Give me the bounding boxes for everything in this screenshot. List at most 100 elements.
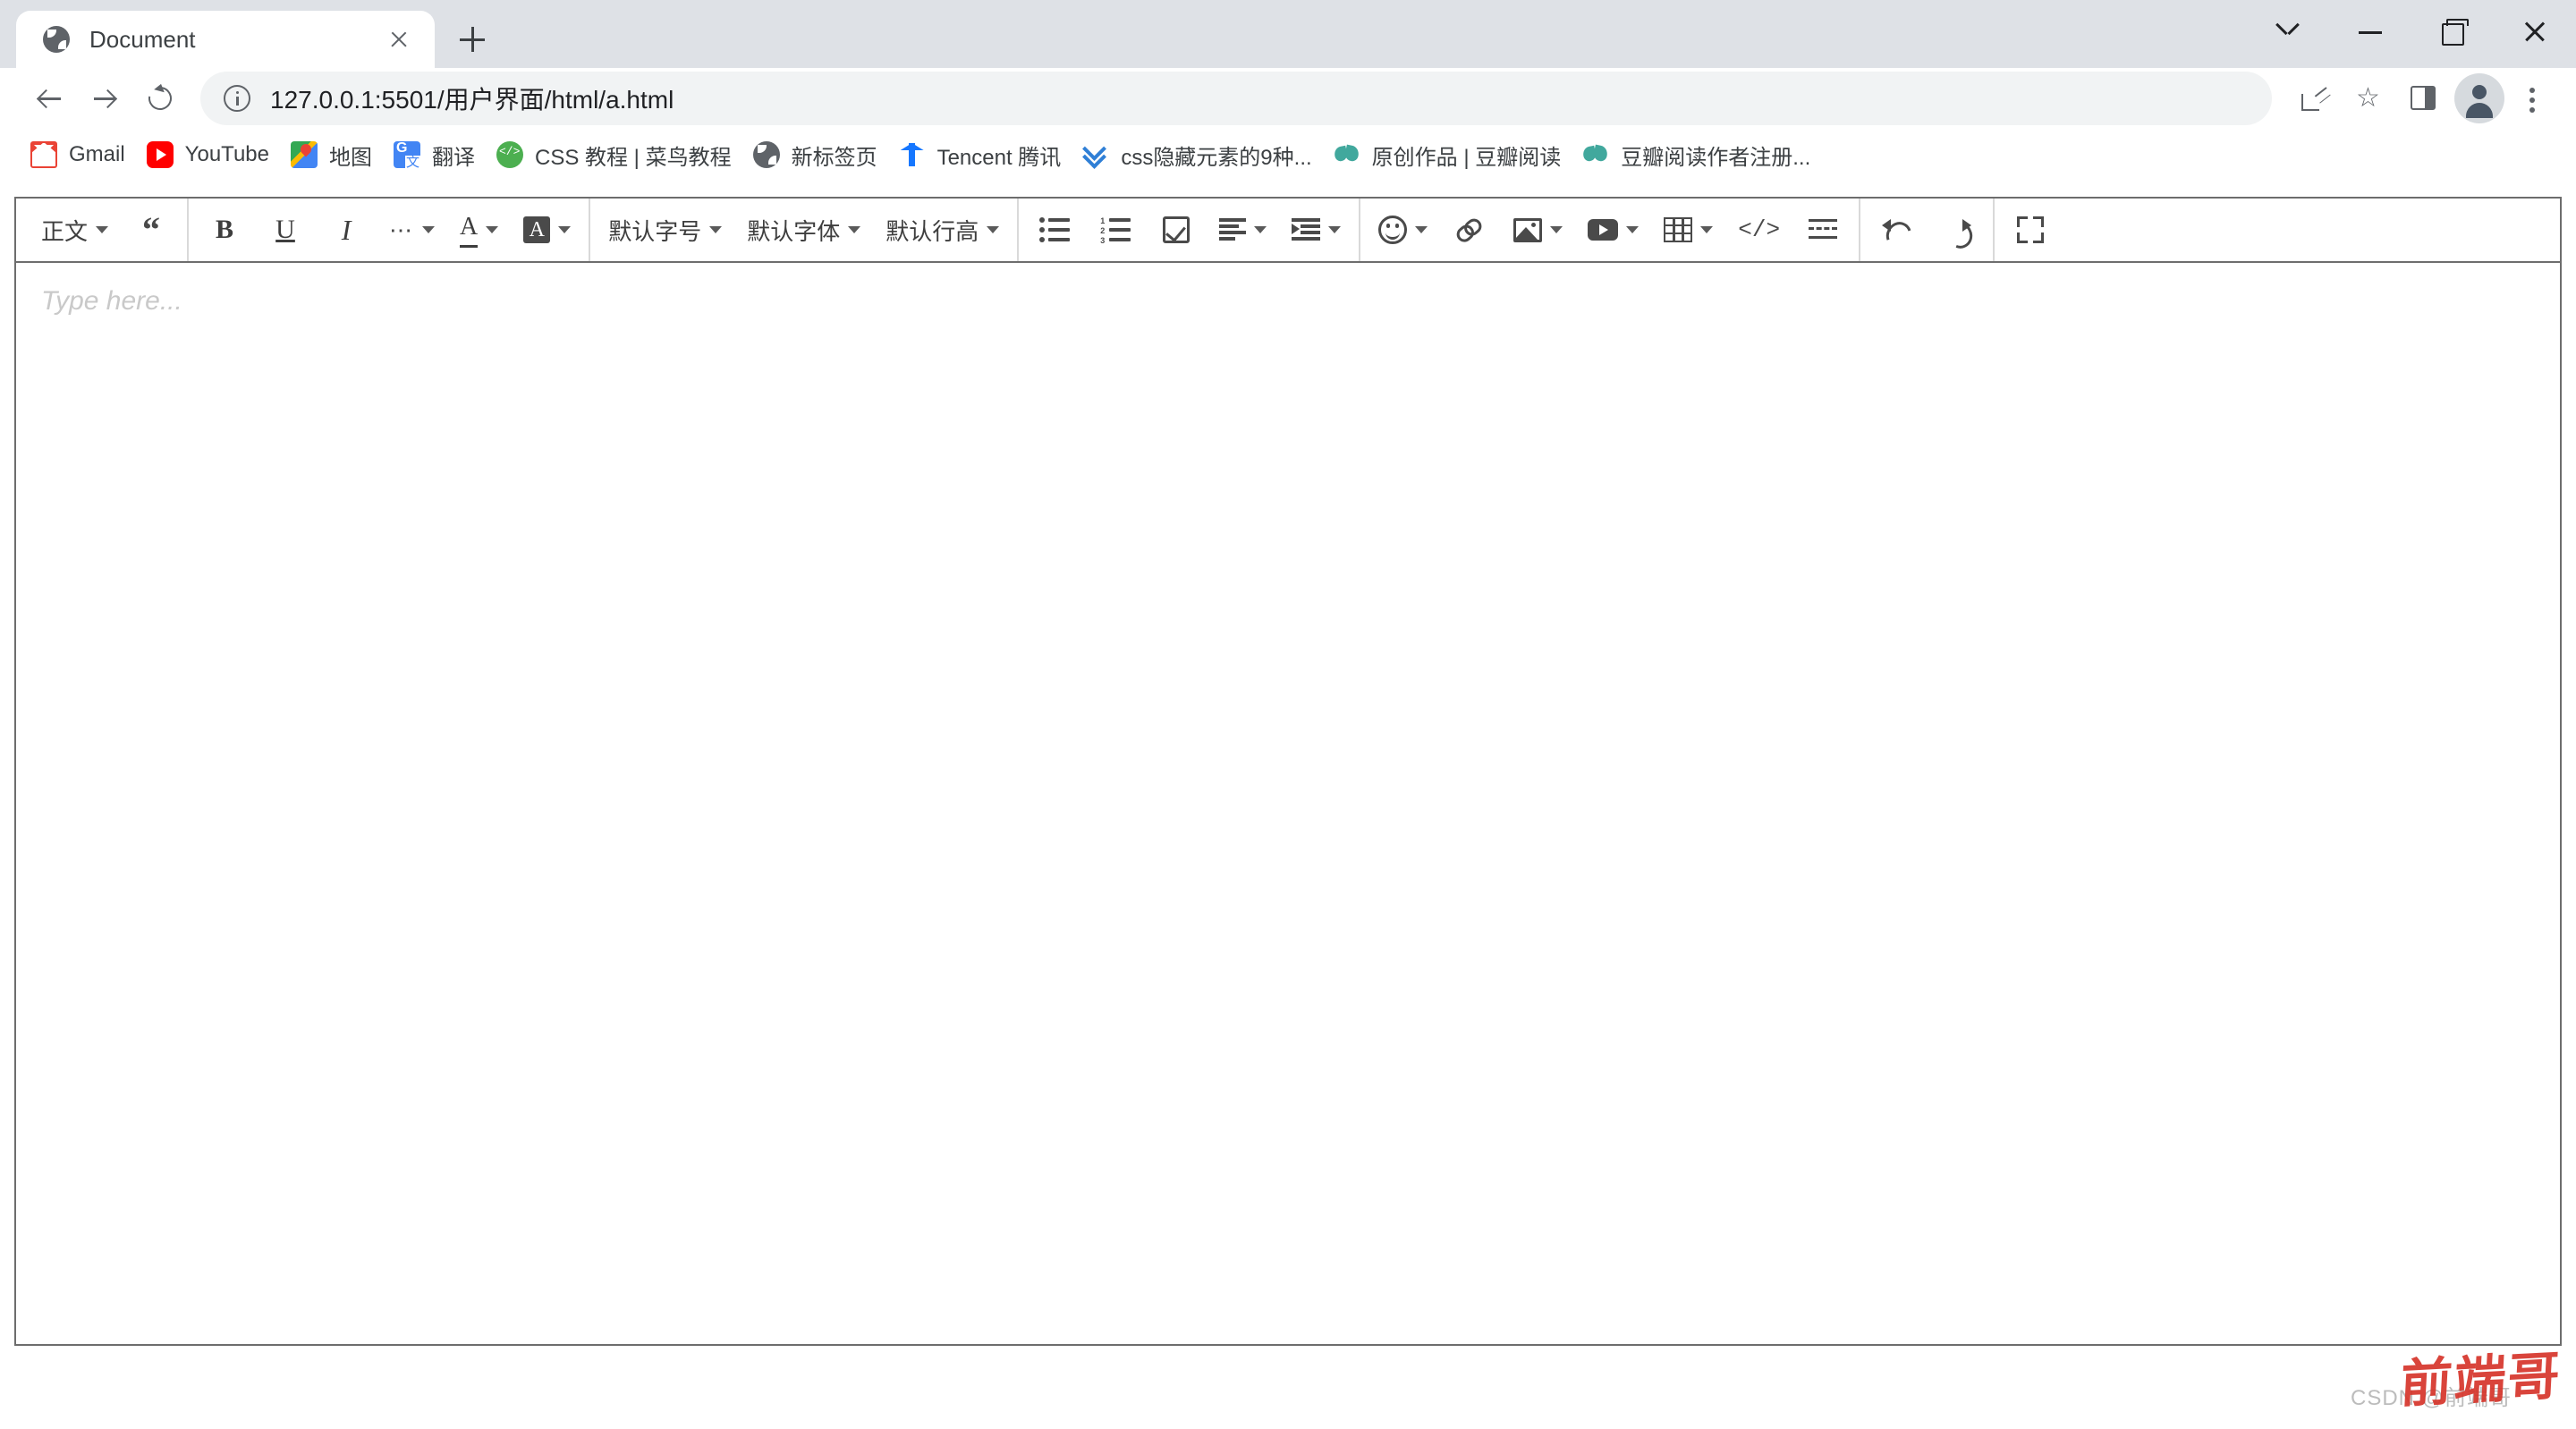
blockquote-button[interactable]: “ xyxy=(126,205,176,255)
bookmark-douban-original[interactable]: 原创作品 | 豆瓣阅读 xyxy=(1323,135,1572,174)
bookmark-maps[interactable]: 地图 xyxy=(280,135,383,174)
italic-button[interactable]: I xyxy=(321,205,371,255)
font-size-label: 默认字号 xyxy=(608,217,702,245)
editor-content-area[interactable]: Type here... xyxy=(16,263,2560,1344)
undo-button[interactable] xyxy=(1871,205,1921,255)
chevron-down-icon xyxy=(96,226,109,233)
reload-icon[interactable] xyxy=(132,71,188,126)
toolbar-group-lists-alignment: 123 xyxy=(1024,199,1353,261)
browser-window: Document 127.0.0.1:5501/用户界面/html/a.html… xyxy=(0,0,2576,1429)
forward-arrow-icon[interactable] xyxy=(77,71,132,126)
ellipsis-icon: ⋯ xyxy=(389,216,415,243)
chevron-down-icon xyxy=(1700,226,1714,233)
line-height-label: 默认行高 xyxy=(886,217,979,245)
profile-avatar[interactable] xyxy=(2454,73,2504,123)
underline-button[interactable]: U xyxy=(260,205,310,255)
editor-placeholder: Type here... xyxy=(41,286,182,316)
address-bar[interactable]: 127.0.0.1:5501/用户界面/html/a.html xyxy=(200,72,2272,125)
bookmark-youtube[interactable]: YouTube xyxy=(136,135,280,174)
gmail-icon xyxy=(30,141,57,168)
bookmark-label: 翻译 xyxy=(431,145,475,170)
bookmark-translate[interactable]: 翻译 xyxy=(383,135,486,174)
globe-icon xyxy=(752,141,780,168)
tab-title: Document xyxy=(89,25,196,53)
background-color-dropdown[interactable]: A xyxy=(516,205,578,255)
toolbar-separator xyxy=(1359,199,1361,261)
watermark: CSDN @前端哥 前端哥 xyxy=(2351,1347,2565,1424)
bookmark-new-tab-page[interactable]: 新标签页 xyxy=(742,135,888,174)
checkbox-list-icon xyxy=(1163,216,1191,243)
fullscreen-button[interactable] xyxy=(2005,205,2055,255)
video-icon xyxy=(1588,219,1619,241)
code-block-button[interactable]: </> xyxy=(1731,205,1787,255)
divider-button[interactable] xyxy=(1798,205,1848,255)
bookmark-douban-author[interactable]: 豆瓣阅读作者注册... xyxy=(1572,135,1821,174)
toolbar-group-inline-format: B U I ⋯ A A xyxy=(194,199,583,261)
chevron-down-icon xyxy=(486,226,499,233)
bookmark-runoob-css[interactable]: CSS 教程 | 菜鸟教程 xyxy=(486,135,742,174)
bookmark-label: YouTube xyxy=(184,142,269,166)
page-content: 正文 “ B U I ⋯ A A 默认字号 默认字体 默认行高 1 2 3 </… xyxy=(0,181,2576,1429)
window-controls xyxy=(2247,0,2576,63)
paragraph-style-dropdown[interactable]: 正文 xyxy=(34,205,115,255)
chevron-down-icon xyxy=(1626,226,1640,233)
italic-icon: I xyxy=(341,213,352,246)
close-icon[interactable] xyxy=(2494,0,2576,63)
bookmark-label: css隐藏元素的9种... xyxy=(1121,145,1312,170)
tencent-icon xyxy=(899,141,926,168)
nav-actions: ☆ xyxy=(2288,72,2555,125)
bullet-list-icon xyxy=(1039,217,1071,242)
chevron-down-icon xyxy=(422,226,436,233)
minimize-icon[interactable] xyxy=(2329,0,2411,63)
chrome-menu-icon[interactable] xyxy=(2510,72,2555,125)
back-arrow-icon[interactable] xyxy=(21,71,77,126)
info-circle-icon[interactable] xyxy=(224,85,250,112)
google-maps-icon xyxy=(290,141,318,168)
side-panel-icon[interactable] xyxy=(2395,72,2449,125)
tab-strip: Document xyxy=(0,0,2576,68)
close-icon[interactable] xyxy=(381,21,417,57)
font-family-dropdown[interactable]: 默认字体 xyxy=(740,205,868,255)
bold-button[interactable]: B xyxy=(199,205,250,255)
bullet-list-button[interactable] xyxy=(1030,205,1080,255)
toolbar-group-typography: 默认字号 默认字体 默认行高 xyxy=(596,199,1012,261)
chevron-down-icon xyxy=(1550,226,1563,233)
toolbar-group-block-style: 正文 “ xyxy=(29,199,182,261)
bookmark-gmail[interactable]: Gmail xyxy=(20,135,136,174)
insert-video-dropdown[interactable] xyxy=(1580,205,1646,255)
new-tab-button[interactable] xyxy=(447,14,497,64)
bookmarks-bar: Gmail YouTube 地图 翻译 CSS 教程 | 菜鸟教程 新标签页 T… xyxy=(0,129,2576,181)
browser-tab[interactable]: Document xyxy=(16,11,435,68)
font-size-dropdown[interactable]: 默认字号 xyxy=(601,205,729,255)
bookmark-star-icon[interactable]: ☆ xyxy=(2342,72,2395,125)
chevron-down-icon xyxy=(1254,226,1267,233)
line-height-dropdown[interactable]: 默认行高 xyxy=(878,205,1006,255)
text-align-dropdown[interactable] xyxy=(1212,205,1274,255)
bookmark-csdn-css-hide[interactable]: css隐藏元素的9种... xyxy=(1072,135,1322,174)
toolbar-group-view xyxy=(2000,199,2061,261)
text-color-dropdown[interactable]: A xyxy=(453,205,505,255)
indent-dropdown[interactable] xyxy=(1284,205,1348,255)
toolbar-separator xyxy=(187,199,190,261)
background-color-icon: A xyxy=(523,216,551,243)
insert-image-dropdown[interactable] xyxy=(1506,205,1570,255)
toolbar-separator xyxy=(1017,199,1020,261)
underline-icon: U xyxy=(275,215,295,244)
redo-button[interactable] xyxy=(1932,205,1982,255)
text-color-icon: A xyxy=(460,213,479,248)
youtube-icon xyxy=(146,141,174,168)
quote-icon: “ xyxy=(142,209,161,249)
emoji-dropdown[interactable] xyxy=(1371,205,1435,255)
more-format-dropdown[interactable]: ⋯ xyxy=(382,205,442,255)
douban-icon xyxy=(1582,141,1609,168)
ordered-list-button[interactable]: 123 xyxy=(1090,205,1140,255)
chevron-down-icon[interactable] xyxy=(2247,0,2329,63)
todo-list-button[interactable] xyxy=(1151,205,1201,255)
bookmark-tencent[interactable]: Tencent 腾讯 xyxy=(888,135,1072,174)
insert-table-dropdown[interactable] xyxy=(1657,205,1720,255)
csdn-icon xyxy=(1082,141,1109,168)
insert-link-button[interactable] xyxy=(1445,205,1496,255)
share-icon[interactable] xyxy=(2288,72,2342,125)
restore-icon[interactable] xyxy=(2411,0,2494,63)
toolbar-separator xyxy=(1993,199,1996,261)
